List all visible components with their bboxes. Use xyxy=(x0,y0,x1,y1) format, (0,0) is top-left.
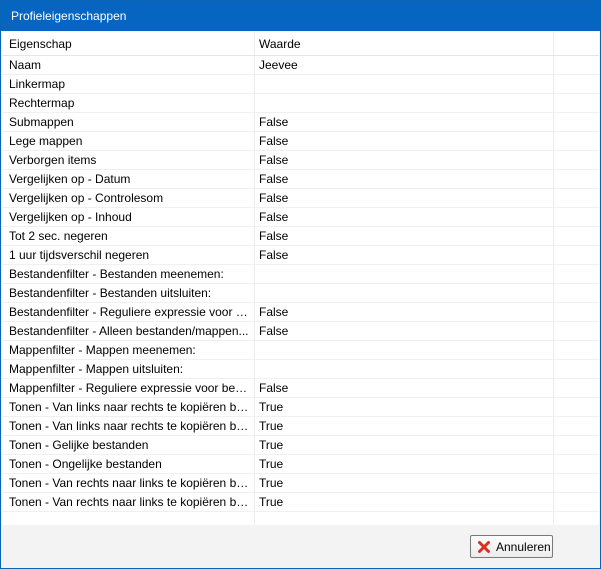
property-name: Tot 2 sec. negeren xyxy=(9,229,108,243)
table-row[interactable]: Tonen - Van links naar rechts te kopiëre… xyxy=(2,398,599,417)
table-row[interactable]: Tonen - Van links naar rechts te kopiëre… xyxy=(2,417,599,436)
red-x-icon xyxy=(477,540,491,554)
property-value[interactable] xyxy=(259,360,549,378)
property-name: Tonen - Van rechts naar links te kopiëre… xyxy=(9,495,249,509)
property-value[interactable] xyxy=(259,265,549,283)
property-value[interactable]: False xyxy=(259,113,549,131)
property-name: Bestandenfilter - Alleen bestanden/mappe… xyxy=(9,324,249,338)
header-property[interactable]: Eigenschap xyxy=(9,32,249,55)
property-value[interactable]: True xyxy=(259,417,549,435)
property-name: Naam xyxy=(9,58,42,72)
property-value[interactable]: False xyxy=(259,227,549,245)
property-value[interactable]: False xyxy=(259,208,549,226)
table-row[interactable]: Bestandenfilter - Alleen bestanden/mappe… xyxy=(2,322,599,341)
property-name: Tonen - Gelijke bestanden xyxy=(9,438,149,452)
property-value[interactable]: False xyxy=(259,151,549,169)
property-value[interactable]: Jeevee xyxy=(259,56,549,74)
window-title: Profieleigenschappen xyxy=(11,9,127,23)
property-value[interactable]: True xyxy=(259,398,549,416)
property-name: Tonen - Van rechts naar links te kopiëre… xyxy=(9,476,249,490)
property-name: Bestandenfilter - Reguliere expressie vo… xyxy=(9,305,249,319)
table-row[interactable]: Mappenfilter - Reguliere expressie voor … xyxy=(2,379,599,398)
property-value[interactable] xyxy=(259,341,549,359)
property-name: Tonen - Van links naar rechts te kopiëre… xyxy=(9,400,249,414)
property-name: Tonen - Ongelijke bestanden xyxy=(9,457,162,471)
property-name: Vergelijken op - Controlesom xyxy=(9,191,164,205)
dialog-footer: Annuleren xyxy=(1,525,600,568)
property-name: Lege mappen xyxy=(9,134,83,148)
table-row[interactable]: Naam Jeevee xyxy=(2,56,599,75)
grid-header: Eigenschap Waarde xyxy=(2,32,599,56)
table-row[interactable]: Mappenfilter - Mappen uitsluiten: xyxy=(2,360,599,379)
property-value[interactable]: True xyxy=(259,455,549,473)
properties-grid[interactable]: Eigenschap Waarde Naam Jeevee Linkermap Rec… xyxy=(2,32,599,525)
table-row[interactable]: Tonen - Ongelijke bestanden True xyxy=(2,455,599,474)
property-value[interactable]: False xyxy=(259,322,549,340)
property-value[interactable] xyxy=(259,75,549,93)
cancel-button-label: Annuleren xyxy=(496,539,551,554)
property-value[interactable]: True xyxy=(259,474,549,492)
property-name: Tonen - Van links naar rechts te kopiëre… xyxy=(9,419,249,433)
property-value[interactable]: False xyxy=(259,189,549,207)
property-value[interactable]: True xyxy=(259,436,549,454)
property-value[interactable]: False xyxy=(259,379,549,397)
table-row[interactable]: Lege mappen False xyxy=(2,132,599,151)
property-name: Bestandenfilter - Bestanden uitsluiten: xyxy=(9,286,212,300)
table-row[interactable]: Rechtermap xyxy=(2,94,599,113)
property-name: Vergelijken op - Inhoud xyxy=(9,210,132,224)
property-name: Vergelijken op - Datum xyxy=(9,172,131,186)
property-name: Submappen xyxy=(9,115,74,129)
property-name: Rechtermap xyxy=(9,96,75,110)
table-row[interactable]: Vergelijken op - Inhoud False xyxy=(2,208,599,227)
property-name: Mappenfilter - Mappen meenemen: xyxy=(9,343,196,357)
table-row[interactable]: Vergelijken op - Datum False xyxy=(2,170,599,189)
properties-dialog: Profieleigenschappen Eigenschap Waarde N… xyxy=(0,0,601,569)
table-row[interactable]: Tonen - Gelijke bestanden True xyxy=(2,436,599,455)
table-row[interactable]: Tonen - Van rechts naar links te kopiëre… xyxy=(2,493,599,512)
property-name: Verborgen items xyxy=(9,153,97,167)
property-value[interactable] xyxy=(259,284,549,302)
property-name: Linkermap xyxy=(9,77,66,91)
table-row[interactable]: Bestandenfilter - Bestanden meenemen: xyxy=(2,265,599,284)
property-value[interactable]: False xyxy=(259,132,549,150)
property-value[interactable]: False xyxy=(259,170,549,188)
table-row[interactable]: Bestandenfilter - Bestanden uitsluiten: xyxy=(2,284,599,303)
table-row[interactable]: Tot 2 sec. negeren False xyxy=(2,227,599,246)
property-value[interactable] xyxy=(259,94,549,112)
header-value[interactable]: Waarde xyxy=(259,32,549,55)
property-value[interactable]: False xyxy=(259,246,549,264)
property-value[interactable]: False xyxy=(259,303,549,321)
property-name: Mappenfilter - Mappen uitsluiten: xyxy=(9,362,184,376)
table-row[interactable]: 1 uur tijdsverschil negeren False xyxy=(2,246,599,265)
table-row[interactable]: Submappen False xyxy=(2,113,599,132)
property-name: 1 uur tijdsverschil negeren xyxy=(9,248,150,262)
table-row[interactable]: Bestandenfilter - Reguliere expressie vo… xyxy=(2,303,599,322)
cancel-button[interactable]: Annuleren xyxy=(470,535,553,558)
property-name: Mappenfilter - Reguliere expressie voor … xyxy=(9,381,249,395)
table-row[interactable]: Verborgen items False xyxy=(2,151,599,170)
table-row[interactable]: Linkermap xyxy=(2,75,599,94)
table-row[interactable]: Tonen - Van rechts naar links te kopiëre… xyxy=(2,474,599,493)
title-bar: Profieleigenschappen xyxy=(1,1,600,31)
table-row[interactable]: Mappenfilter - Mappen meenemen: xyxy=(2,341,599,360)
property-value[interactable]: True xyxy=(259,493,549,511)
property-name: Bestandenfilter - Bestanden meenemen: xyxy=(9,267,224,281)
table-row[interactable]: Vergelijken op - Controlesom False xyxy=(2,189,599,208)
